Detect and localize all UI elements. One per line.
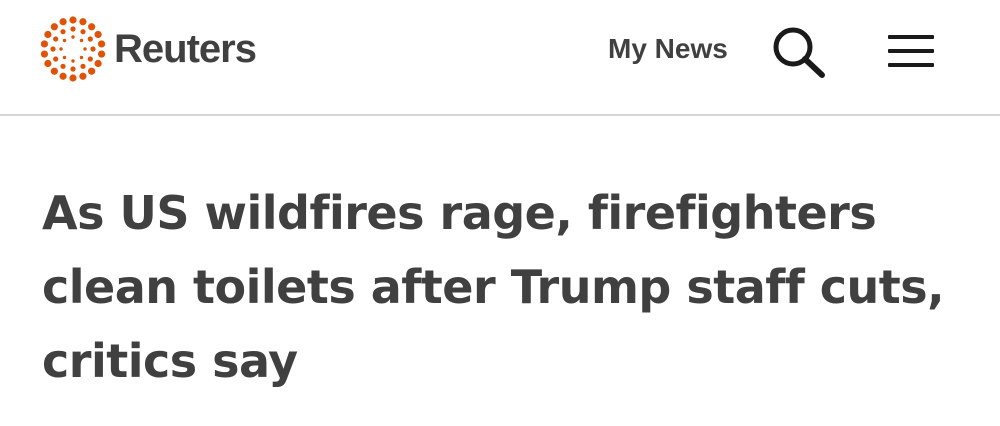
logo-dot (50, 46, 56, 52)
logo-dot (69, 16, 77, 24)
logo-dot (53, 36, 59, 42)
logo-dot (97, 50, 106, 58)
search-button[interactable] (770, 24, 828, 80)
logo-dot (71, 59, 75, 63)
logo-dot (70, 26, 76, 32)
logo-dot (79, 38, 84, 43)
logo-dot (50, 23, 58, 31)
reuters-logo-icon (40, 16, 106, 82)
logo-dot (83, 47, 87, 51)
logo-dot (59, 72, 67, 80)
logo-dot (62, 55, 67, 60)
logo-dot (90, 46, 96, 52)
logo-dot (59, 18, 67, 26)
article-headline: As US wildfires rage, firefighters clean… (42, 186, 945, 388)
logo-dot (70, 66, 76, 72)
logo-dot (87, 56, 93, 62)
logo-dot (60, 29, 66, 35)
logo-dot (60, 63, 66, 69)
logo-dot (80, 29, 86, 35)
logo-dot (79, 18, 87, 26)
logo-dot (97, 40, 106, 48)
reuters-wordmark: Reuters (114, 26, 257, 71)
logo-dot (94, 59, 102, 68)
logo-dot (50, 67, 58, 75)
logo-dot (44, 59, 52, 68)
logo-dot (59, 47, 63, 51)
logo-dot (79, 55, 84, 60)
logo-dot (62, 38, 67, 43)
logo-dot (44, 30, 52, 39)
logo-dot (40, 40, 49, 48)
logo-dot (80, 63, 86, 69)
search-icon (773, 27, 825, 78)
logo-dot (94, 30, 102, 39)
logo-dot (53, 56, 59, 62)
logo-dot (40, 50, 49, 58)
menu-button[interactable] (886, 30, 936, 72)
reuters-logo[interactable]: Reuters (40, 16, 257, 82)
site-header: Reuters My News (0, 0, 1000, 116)
logo-dot (87, 36, 93, 42)
logo-dot (69, 74, 77, 82)
hamburger-menu-icon (888, 35, 934, 67)
logo-dot (79, 72, 87, 80)
logo-dot (88, 67, 96, 75)
logo-dot (88, 23, 96, 31)
my-news-link[interactable]: My News (608, 33, 728, 65)
logo-dot (71, 35, 75, 39)
